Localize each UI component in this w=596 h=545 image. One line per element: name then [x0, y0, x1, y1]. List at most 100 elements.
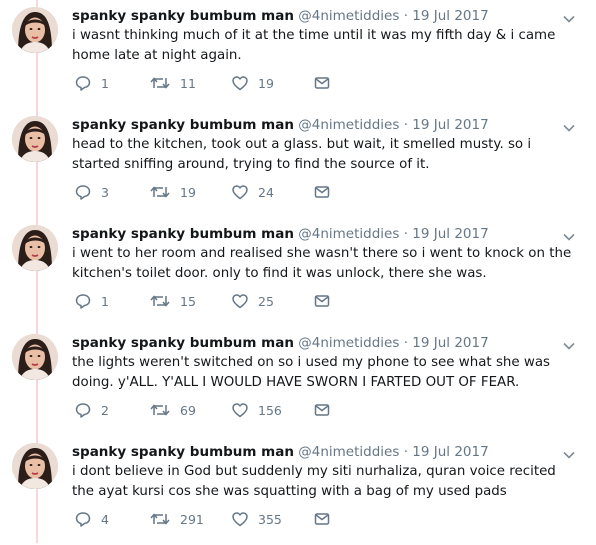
reply-icon [74, 292, 92, 310]
direct-message-icon [313, 292, 331, 310]
retweet-icon [149, 74, 171, 92]
tweet-header: spanky spanky bumbum man @4nimetiddies ·… [72, 442, 489, 462]
reply-icon [74, 401, 92, 419]
tweet-actions: 3 19 24 [72, 182, 372, 202]
reply-count: 1 [101, 75, 109, 91]
like-count: 156 [258, 402, 282, 418]
tweet[interactable]: spanky spanky bumbum man @4nimetiddies ·… [0, 436, 596, 545]
direct-message-icon [313, 74, 331, 92]
direct-message-icon [313, 401, 331, 419]
tweet-actions: 4 291 355 [72, 509, 372, 529]
caret-down-icon[interactable] [562, 10, 576, 23]
separator-dot: · [403, 8, 413, 24]
avatar[interactable] [12, 334, 58, 380]
tweet[interactable]: spanky spanky bumbum man @4nimetiddies ·… [0, 0, 596, 109]
tweet-header: spanky spanky bumbum man @4nimetiddies ·… [72, 224, 489, 244]
tweet-date[interactable]: 19 Jul 2017 [412, 8, 488, 24]
display-name[interactable]: spanky spanky bumbum man [72, 226, 294, 242]
like-count: 24 [258, 184, 274, 200]
retweet-icon [149, 510, 171, 528]
direct-message-icon [313, 183, 331, 201]
reply-button[interactable]: 1 [74, 73, 109, 93]
caret-down-icon[interactable] [562, 337, 576, 350]
tweet-date[interactable]: 19 Jul 2017 [412, 444, 488, 460]
like-icon [231, 74, 249, 92]
caret-down-icon[interactable] [562, 119, 576, 132]
user-handle[interactable]: @4nimetiddies [298, 8, 399, 24]
like-icon [231, 292, 249, 310]
retweet-button[interactable]: 11 [149, 73, 196, 93]
reply-button[interactable]: 3 [74, 182, 109, 202]
reply-count: 1 [101, 293, 109, 309]
retweet-icon [149, 401, 171, 419]
tweet-header: spanky spanky bumbum man @4nimetiddies ·… [72, 6, 489, 26]
tweet-date[interactable]: 19 Jul 2017 [412, 335, 488, 351]
retweet-icon [149, 292, 171, 310]
like-count: 19 [258, 75, 274, 91]
tweet[interactable]: spanky spanky bumbum man @4nimetiddies ·… [0, 218, 596, 327]
display-name[interactable]: spanky spanky bumbum man [72, 117, 294, 133]
retweet-button[interactable]: 19 [149, 182, 196, 202]
like-button[interactable]: 355 [231, 509, 282, 529]
display-name[interactable]: spanky spanky bumbum man [72, 444, 294, 460]
like-button[interactable]: 19 [231, 73, 274, 93]
tweet[interactable]: spanky spanky bumbum man @4nimetiddies ·… [0, 327, 596, 436]
retweet-icon [149, 183, 171, 201]
tweet-date[interactable]: 19 Jul 2017 [412, 117, 488, 133]
direct-message-button[interactable] [313, 73, 331, 93]
direct-message-button[interactable] [313, 291, 331, 311]
avatar[interactable] [12, 7, 58, 53]
avatar[interactable] [12, 443, 58, 489]
retweet-button[interactable]: 15 [149, 291, 196, 311]
display-name[interactable]: spanky spanky bumbum man [72, 335, 294, 351]
tweet-actions: 1 11 19 [72, 73, 372, 93]
like-button[interactable]: 24 [231, 182, 274, 202]
direct-message-button[interactable] [313, 400, 331, 420]
avatar[interactable] [12, 225, 58, 271]
retweet-count: 69 [180, 402, 196, 418]
like-button[interactable]: 25 [231, 291, 274, 311]
like-count: 355 [258, 511, 282, 527]
reply-button[interactable]: 2 [74, 400, 109, 420]
caret-down-icon[interactable] [562, 446, 576, 459]
direct-message-button[interactable] [313, 182, 331, 202]
tweet-actions: 1 15 25 [72, 291, 372, 311]
tweet-header: spanky spanky bumbum man @4nimetiddies ·… [72, 115, 489, 135]
reply-count: 2 [101, 402, 109, 418]
like-count: 25 [258, 293, 274, 309]
reply-button[interactable]: 4 [74, 509, 109, 529]
user-handle[interactable]: @4nimetiddies [298, 117, 399, 133]
like-icon [231, 510, 249, 528]
tweet-date[interactable]: 19 Jul 2017 [412, 226, 488, 242]
user-handle[interactable]: @4nimetiddies [298, 335, 399, 351]
tweet-text: the lights weren't switched on so i used… [72, 355, 551, 390]
reply-count: 4 [101, 511, 109, 527]
tweet-text: i went to her room and realised she wasn… [72, 246, 572, 281]
tweet-actions: 2 69 156 [72, 400, 372, 420]
tweet[interactable]: spanky spanky bumbum man @4nimetiddies ·… [0, 109, 596, 218]
tweet-text: i wasnt thinking much of it at the time … [72, 28, 556, 63]
caret-down-icon[interactable] [562, 228, 576, 241]
reply-count: 3 [101, 184, 109, 200]
reply-button[interactable]: 1 [74, 291, 109, 311]
direct-message-icon [313, 510, 331, 528]
retweet-count: 15 [180, 293, 196, 309]
separator-dot: · [403, 226, 413, 242]
retweet-button[interactable]: 69 [149, 400, 196, 420]
retweet-count: 19 [180, 184, 196, 200]
avatar[interactable] [12, 116, 58, 162]
tweet-text: i dont believe in God but suddenly my si… [72, 464, 556, 499]
separator-dot: · [403, 117, 413, 133]
separator-dot: · [403, 335, 413, 351]
user-handle[interactable]: @4nimetiddies [298, 226, 399, 242]
like-icon [231, 401, 249, 419]
display-name[interactable]: spanky spanky bumbum man [72, 8, 294, 24]
retweet-count: 291 [180, 511, 204, 527]
user-handle[interactable]: @4nimetiddies [298, 444, 399, 460]
separator-dot: · [403, 444, 413, 460]
reply-icon [74, 510, 92, 528]
direct-message-button[interactable] [313, 509, 331, 529]
retweet-button[interactable]: 291 [149, 509, 204, 529]
like-icon [231, 183, 249, 201]
like-button[interactable]: 156 [231, 400, 282, 420]
